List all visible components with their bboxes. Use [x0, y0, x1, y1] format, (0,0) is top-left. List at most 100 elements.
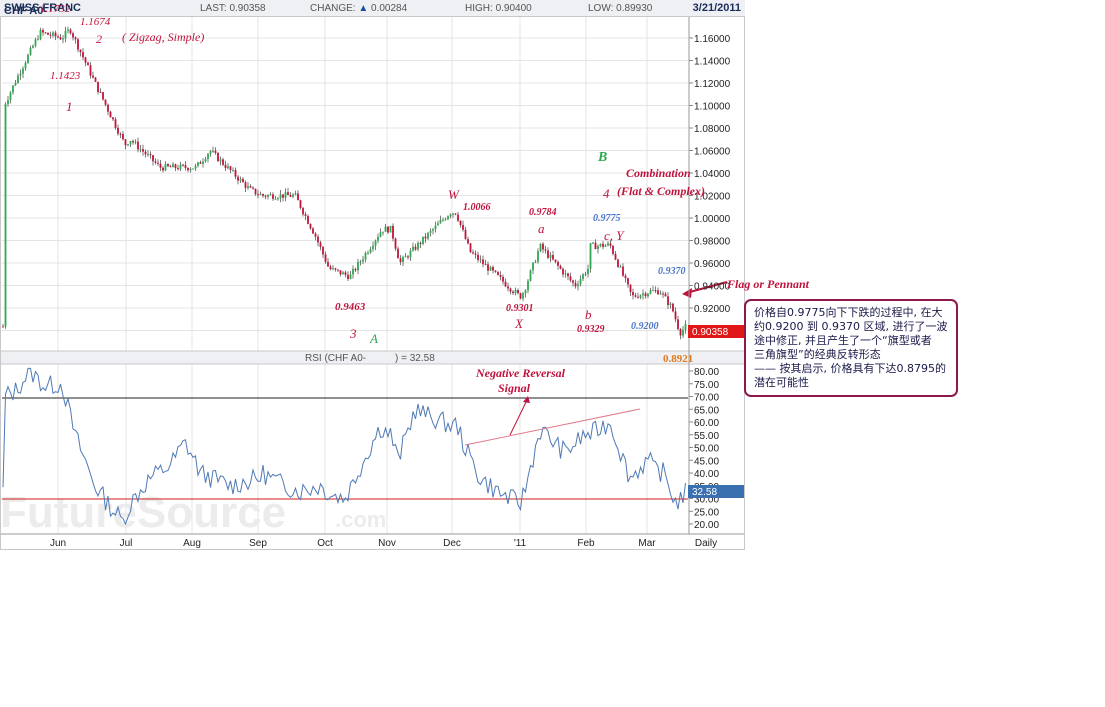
candle-body: [319, 242, 322, 247]
candle-body: [9, 92, 12, 100]
candle-body: [347, 274, 349, 280]
candle-body: [277, 198, 279, 200]
candle-body: [109, 111, 112, 118]
candle-body: [562, 268, 564, 275]
candle-body: [392, 225, 394, 239]
candle-body: [567, 273, 569, 277]
candle-body: [12, 85, 14, 93]
candle-body: [107, 104, 109, 112]
candle-body: [307, 215, 309, 224]
candle-body: [172, 164, 174, 168]
candle-body: [372, 245, 374, 249]
label-cY: c, Y: [604, 228, 624, 243]
candle-body: [634, 295, 637, 297]
candle-body: [239, 178, 242, 181]
rsi-tick-label: 45.00: [694, 456, 719, 467]
grid-lines: [2, 17, 688, 534]
candle-body: [672, 303, 674, 312]
label-wave-3: 3: [350, 326, 357, 341]
candle-body: [599, 243, 602, 246]
rsi-tick-label: 60.00: [694, 418, 719, 429]
candle-body: [297, 193, 299, 201]
price-tick-label: 1.08000: [694, 124, 731, 135]
candle-body: [39, 29, 42, 40]
candle-body: [314, 233, 317, 237]
price-tick-label: 0.92000: [694, 304, 731, 315]
candle-body: [357, 261, 359, 271]
candle-body: [207, 153, 209, 160]
time-axis: Jun Jul Aug Sep Oct Nov Dec '11 Feb Mar Daily: [50, 538, 717, 549]
candle-body: [534, 261, 537, 263]
candle-body: [134, 141, 137, 143]
candle-body: [167, 164, 169, 167]
candle-body: [244, 182, 247, 188]
candle-body: [454, 213, 457, 215]
candle-body: [262, 194, 264, 196]
candle-body: [399, 258, 402, 263]
price-tick-label: 1.16000: [694, 34, 731, 45]
candle-body: [504, 281, 507, 287]
candle-body: [417, 242, 419, 250]
candle-body: [559, 265, 562, 269]
candle-body: [627, 278, 629, 285]
candle-body: [649, 290, 652, 294]
candle-body: [159, 163, 162, 168]
rsi-tick-label: 80.00: [694, 367, 719, 378]
candle-body: [274, 198, 277, 200]
candle-body: [522, 293, 524, 299]
candle-body: [209, 151, 212, 154]
candle-body: [7, 99, 9, 105]
candle-body: [669, 303, 672, 306]
candle-body: [247, 186, 249, 188]
candle-body: [47, 32, 49, 35]
candle-body: [22, 68, 24, 74]
candle-body: [169, 166, 172, 168]
candle-body: [577, 284, 579, 287]
label-a: a: [538, 221, 545, 236]
candle-body: [657, 290, 659, 295]
candle-body: [434, 225, 437, 230]
chart-svg: FutureSource .com RSI (CHF A0- ) = 32.58…: [0, 17, 744, 549]
candle-body: [139, 149, 142, 151]
price-tick-label: 1.10000: [694, 102, 731, 113]
candle-body: [457, 214, 459, 221]
candle-body: [199, 162, 202, 164]
candle-body: [119, 133, 122, 135]
candle-body: [219, 159, 222, 162]
candle-body: [464, 229, 467, 240]
candle-body: [407, 256, 409, 258]
candle-body: [52, 32, 54, 36]
label-0-9301: 0.9301: [506, 303, 534, 314]
candle-body: [592, 242, 594, 244]
candle-body: [99, 92, 102, 94]
time-tick-label: Aug: [183, 538, 201, 549]
candle-body: [89, 65, 92, 76]
candle-body: [197, 162, 199, 166]
candle-body: [132, 141, 134, 143]
candle-body: [584, 274, 587, 276]
candle-body: [539, 243, 542, 252]
candle-body: [174, 164, 177, 169]
candle-body: [292, 194, 294, 197]
candle-body: [129, 141, 132, 145]
candle-body: [189, 169, 192, 171]
rsi-tick-label: 55.00: [694, 431, 719, 442]
candle-body: [37, 39, 39, 41]
candle-body: [617, 259, 619, 268]
rsi-badge-text: 32.58: [692, 487, 717, 498]
label-B: B: [598, 150, 608, 165]
price-tick-label: 0.94000: [694, 282, 731, 293]
candle-body: [579, 279, 582, 285]
candle-body: [362, 259, 364, 262]
label-1-1732: 1.1732: [40, 3, 71, 15]
candle-body: [287, 192, 289, 196]
candle-body: [564, 273, 567, 275]
label-b: b: [585, 307, 592, 322]
candle-body: [82, 52, 84, 58]
candle-body: [582, 274, 584, 280]
candle-body: [49, 34, 52, 36]
label-wave-2: 2: [96, 32, 102, 46]
candle-body: [202, 161, 204, 164]
candle-body: [462, 224, 464, 230]
last-price-badge-text: 0.90358: [692, 327, 729, 338]
